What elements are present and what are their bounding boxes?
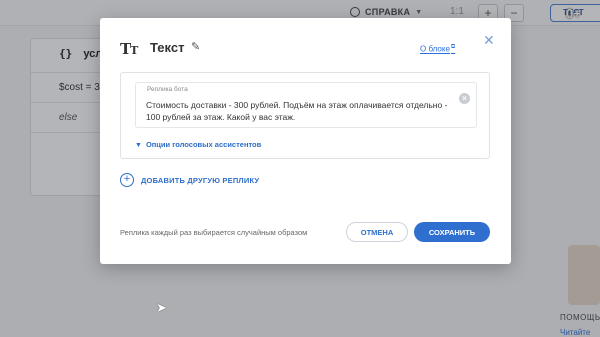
voice-assistants-label: Опции голосовых ассистентов	[145, 140, 262, 149]
about-block-link[interactable]: О блоке⧉	[420, 44, 455, 54]
text-type-icon: TT	[120, 40, 138, 58]
save-button[interactable]: СОХРАНИТЬ	[414, 222, 490, 242]
close-button[interactable]: ✕	[483, 32, 495, 49]
reply-card: Реплика бота Стоимость доставки - 300 ру…	[120, 72, 490, 159]
clear-icon[interactable]: ×	[459, 93, 470, 104]
plus-circle-icon: +	[120, 173, 134, 187]
modal-title: Текст	[150, 40, 185, 55]
random-reply-note: Реплика каждый раз выбирается случайным …	[120, 228, 308, 237]
mouse-cursor-icon: ➤	[156, 300, 167, 315]
pencil-icon[interactable]: ✎	[191, 40, 200, 53]
about-block-link-label: О блоке	[420, 44, 450, 54]
bot-reply-label: Реплика бота	[147, 86, 188, 93]
voice-assistants-toggle[interactable]: ▼ Опции голосовых ассистентов	[135, 140, 261, 149]
bot-reply-text[interactable]: Стоимость доставки - 300 рублей. Подъём …	[146, 99, 456, 123]
cancel-button[interactable]: ОТМЕНА	[346, 222, 408, 242]
external-link-icon: ⧉	[450, 44, 456, 50]
add-reply-label: ДОБАВИТЬ ДРУГУЮ РЕПЛИКУ	[141, 175, 260, 185]
chevron-down-icon: ▼	[135, 142, 142, 149]
bot-reply-field[interactable]: Реплика бота Стоимость доставки - 300 ру…	[135, 82, 477, 128]
text-block-modal: TT Текст ✎ О блоке⧉ ✕ Реплика бота Стоим…	[100, 18, 511, 264]
add-reply-button[interactable]: + ДОБАВИТЬ ДРУГУЮ РЕПЛИКУ	[120, 173, 259, 187]
